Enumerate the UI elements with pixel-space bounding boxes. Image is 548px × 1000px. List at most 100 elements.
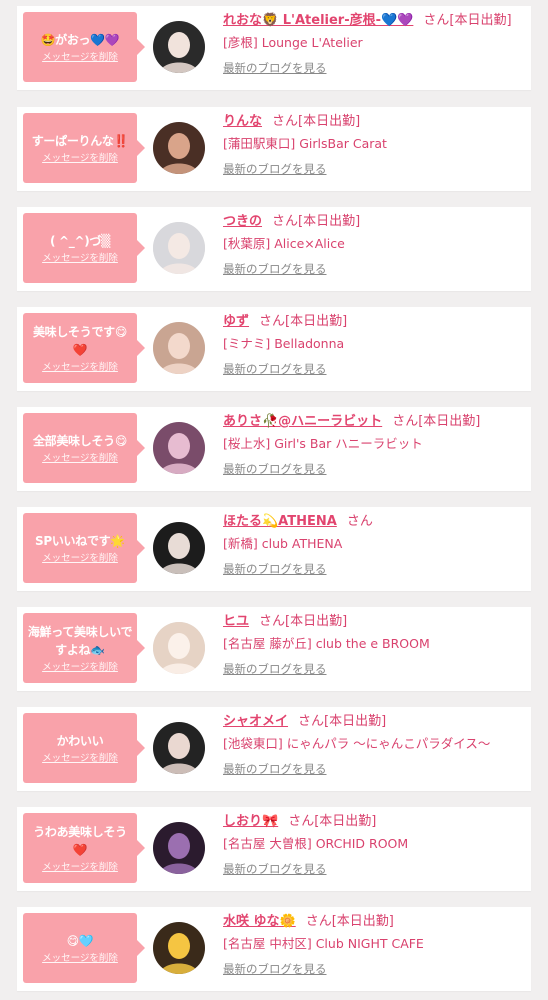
message-card: うわあ美味しそう❤️ メッセージを削除 しおり🎀 さん[本日出勤] [名古屋 大曽根] … <box>17 807 531 891</box>
cast-info: つきの さん[本日出勤] [秋葉原] Alice×Alice 最新のブログを見る <box>223 211 528 279</box>
attendance-status: [本日出勤] <box>285 614 348 629</box>
cast-name-line: ヒユ さん[本日出勤] <box>223 611 528 633</box>
message-bubble: 海鮮って美味しいですよね🐟 メッセージを削除 <box>23 613 145 683</box>
cast-info: シャオメイ さん[本日出勤] [池袋東口] にゃんパラ 〜にゃんこパラダイス〜 最新の… <box>223 711 528 779</box>
cast-name-link[interactable]: ヒユ <box>223 614 249 629</box>
avatar[interactable] <box>153 322 205 374</box>
shop-name: [名古屋 中村区] Club NIGHT CAFE <box>223 936 424 951</box>
delete-message-link[interactable]: メッセージを削除 <box>26 252 134 266</box>
latest-blog-link[interactable]: 最新のブログを見る <box>223 162 327 176</box>
latest-blog-link[interactable]: 最新のブログを見る <box>223 362 327 376</box>
message-bubble: かわいいメッセージを削除 <box>23 713 145 783</box>
shop-name: [名古屋 大曽根] ORCHID ROOM <box>223 836 409 851</box>
delete-message-link[interactable]: メッセージを削除 <box>26 361 134 375</box>
message-text: 美味しそうです😋❤️ <box>32 324 128 357</box>
cast-name-line: 水咲 ゆな🌼 さん[本日出勤] <box>223 911 528 933</box>
message-card: SPいいねです🌟 メッセージを削除 ほたる💫ATHENA さん [新橋] club AT… <box>17 507 531 591</box>
cast-name-link[interactable]: れおな🦁 L'Atelier-彦根-💙💜 <box>223 13 413 28</box>
attendance-status: [本日出勤] <box>449 13 512 28</box>
latest-blog-link[interactable]: 最新のブログを見る <box>223 762 327 776</box>
avatar[interactable] <box>153 422 205 474</box>
cast-name-line: ほたる💫ATHENA さん <box>223 511 528 533</box>
message-card: 海鮮って美味しいですよね🐟 メッセージを削除 ヒユ さん[本日出勤] [名古屋 藤が丘]… <box>17 607 531 691</box>
message-card: すーぱーりんな‼️ メッセージを削除 りんな さん[本日出勤] [蒲田駅東口] Girl… <box>17 107 531 191</box>
latest-blog-link[interactable]: 最新のブログを見る <box>223 862 327 876</box>
cast-info: りんな さん[本日出勤] [蒲田駅東口] GirlsBar Carat 最新のブログを… <box>223 111 528 179</box>
attendance-status: [本日出勤] <box>314 814 377 829</box>
shop-name: [秋葉原] Alice×Alice <box>223 236 345 251</box>
honorific: さん <box>272 114 299 129</box>
delete-message-link[interactable]: メッセージを削除 <box>26 552 134 566</box>
cast-name-link[interactable]: つきの <box>223 214 262 229</box>
avatar[interactable] <box>153 222 205 274</box>
cast-info: ゆず さん[本日出勤] [ミナミ] Belladonna 最新のブログを見る <box>223 311 528 379</box>
honorific: さん <box>423 13 450 28</box>
cast-info: ほたる💫ATHENA さん [新橋] club ATHENA 最新のブログを見る <box>223 511 528 579</box>
shop-name: [桜上水] Girl's Bar ハニーラビット <box>223 436 423 451</box>
honorific: さん <box>392 414 419 429</box>
cast-name-link[interactable]: シャオメイ <box>223 714 288 729</box>
avatar[interactable] <box>153 822 205 874</box>
cast-name-line: しおり🎀 さん[本日出勤] <box>223 811 528 833</box>
blog-line: 最新のブログを見る <box>223 559 528 579</box>
avatar[interactable] <box>153 622 205 674</box>
cast-info: ありさ🥀@ハニーラビット さん[本日出勤] [桜上水] Girl's Bar ハニー… <box>223 411 528 479</box>
avatar[interactable] <box>153 522 205 574</box>
message-text: SPいいねです🌟 <box>35 533 125 548</box>
shop-name: [彦根] Lounge L'Atelier <box>223 35 363 50</box>
cast-name-link[interactable]: りんな <box>223 114 262 129</box>
cast-name-line: ゆず さん[本日出勤] <box>223 311 528 333</box>
blog-line: 最新のブログを見る <box>223 58 528 78</box>
delete-message-link[interactable]: メッセージを削除 <box>26 452 134 466</box>
honorific: さん <box>346 514 373 529</box>
shop-name: [名古屋 藤が丘] club the e BROOM <box>223 636 430 651</box>
cast-name-link[interactable]: しおり🎀 <box>223 814 278 829</box>
message-bubble: 美味しそうです😋❤️ メッセージを削除 <box>23 313 145 383</box>
message-text: うわあ美味しそう❤️ <box>33 824 127 857</box>
attendance-status: [本日出勤] <box>324 714 387 729</box>
cast-info: しおり🎀 さん[本日出勤] [名古屋 大曽根] ORCHID ROOM 最新のブログを… <box>223 811 528 879</box>
latest-blog-link[interactable]: 最新のブログを見る <box>223 262 327 276</box>
avatar[interactable] <box>153 122 205 174</box>
message-bubble: ( ^_^)づ▒ メッセージを削除 <box>23 213 145 283</box>
latest-blog-link[interactable]: 最新のブログを見る <box>223 61 327 75</box>
message-bubble: うわあ美味しそう❤️ メッセージを削除 <box>23 813 145 883</box>
delete-message-link[interactable]: メッセージを削除 <box>26 861 134 875</box>
avatar[interactable] <box>153 21 205 73</box>
message-card: 😋🩵 メッセージを削除 水咲 ゆな🌼 さん[本日出勤] [名古屋 中村区] Club N… <box>17 907 531 991</box>
shop-name: [新橋] club ATHENA <box>223 536 343 551</box>
delete-message-link[interactable]: メッセージを削除 <box>26 952 134 966</box>
shop-name: [池袋東口] にゃんパラ 〜にゃんこパラダイス〜 <box>223 736 491 751</box>
message-text: かわいい <box>56 733 104 748</box>
cast-name-link[interactable]: ほたる💫ATHENA <box>223 514 337 529</box>
latest-blog-link[interactable]: 最新のブログを見る <box>223 962 327 976</box>
cast-name-link[interactable]: 水咲 ゆな🌼 <box>223 914 296 929</box>
honorific: さん <box>272 214 299 229</box>
attendance-status: [本日出勤] <box>331 914 394 929</box>
latest-blog-link[interactable]: 最新のブログを見る <box>223 562 327 576</box>
shop-name: [蒲田駅東口] GirlsBar Carat <box>223 136 387 151</box>
delete-message-link[interactable]: メッセージを削除 <box>26 51 134 65</box>
cast-name-link[interactable]: ゆず <box>223 314 249 329</box>
message-bubble: 全部美味しそう😋 メッセージを削除 <box>23 413 145 483</box>
avatar[interactable] <box>153 722 205 774</box>
delete-message-link[interactable]: メッセージを削除 <box>26 152 134 166</box>
message-bubble: 🤩がおっ💙💜 メッセージを削除 <box>23 12 145 82</box>
cast-name-line: シャオメイ さん[本日出勤] <box>223 711 528 733</box>
latest-blog-link[interactable]: 最新のブログを見る <box>223 462 327 476</box>
blog-line: 最新のブログを見る <box>223 259 528 279</box>
latest-blog-link[interactable]: 最新のブログを見る <box>223 662 327 676</box>
cast-name-line: ありさ🥀@ハニーラビット さん[本日出勤] <box>223 411 528 433</box>
shop-name: [ミナミ] Belladonna <box>223 336 345 351</box>
blog-line: 最新のブログを見る <box>223 659 528 679</box>
honorific: さん <box>259 614 286 629</box>
delete-message-link[interactable]: メッセージを削除 <box>26 661 134 675</box>
message-text: すーぱーりんな‼️ <box>31 133 129 148</box>
attendance-status: [本日出勤] <box>298 214 361 229</box>
delete-message-link[interactable]: メッセージを削除 <box>26 752 134 766</box>
cast-name-line: つきの さん[本日出勤] <box>223 211 528 233</box>
blog-line: 最新のブログを見る <box>223 959 528 979</box>
cast-info: れおな🦁 L'Atelier-彦根-💙💜 さん[本日出勤] [彦根] Lounge … <box>223 10 528 78</box>
avatar[interactable] <box>153 922 205 974</box>
cast-name-link[interactable]: ありさ🥀@ハニーラビット <box>223 414 382 429</box>
